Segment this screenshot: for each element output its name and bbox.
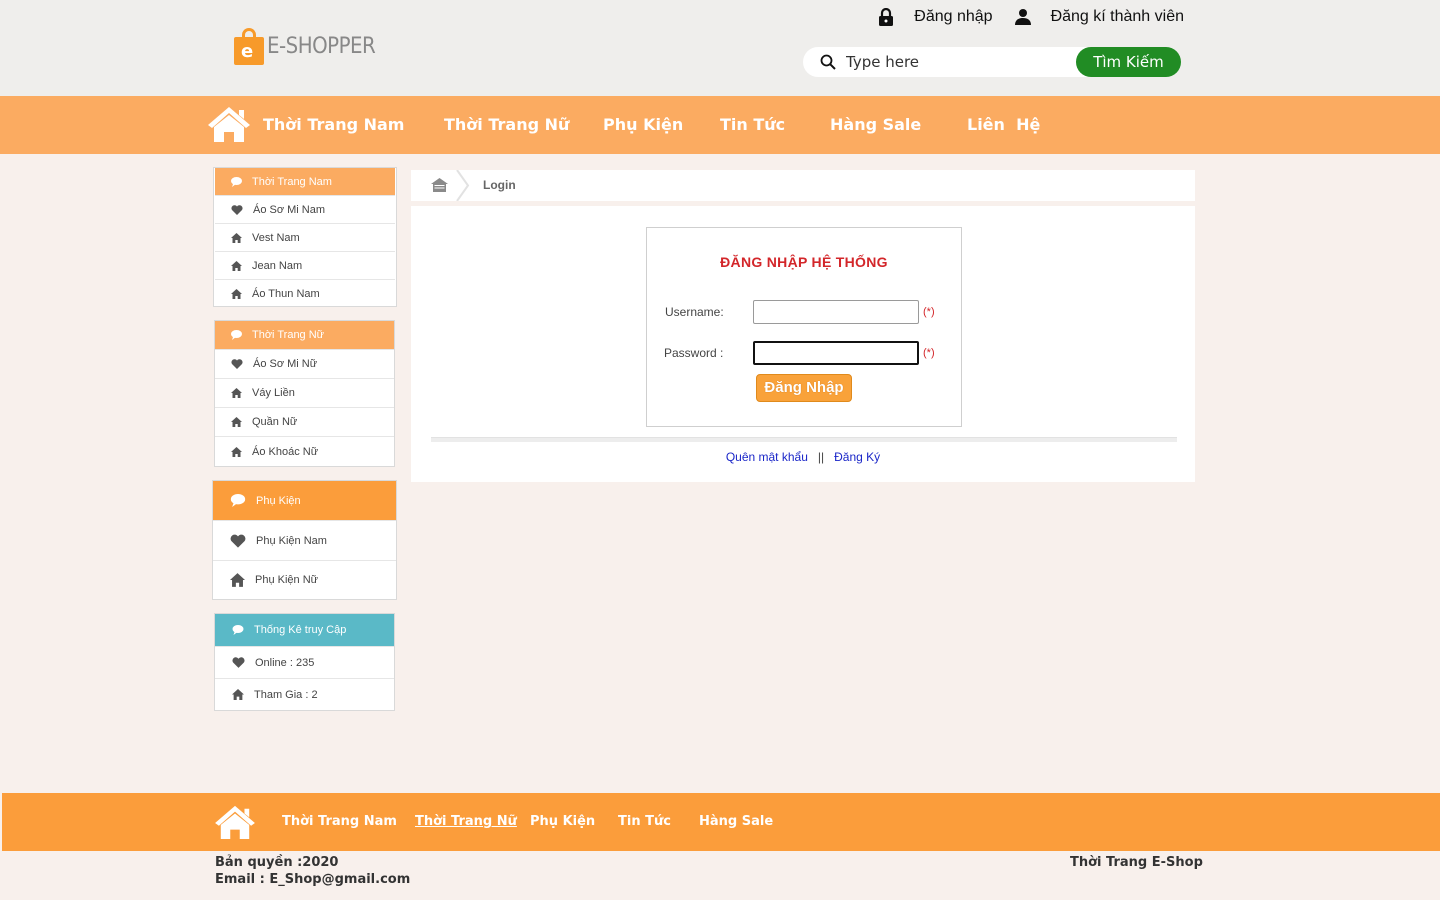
login-title: ĐĂNG NHẬP HỆ THỐNG bbox=[720, 254, 888, 270]
breadcrumb-current: Login bbox=[483, 178, 516, 192]
username-label: Username: bbox=[665, 305, 724, 319]
link-separator: || bbox=[817, 450, 825, 464]
login-link[interactable]: Đăng nhập bbox=[914, 8, 992, 26]
forgot-password-link[interactable]: Quên mật khẩu bbox=[726, 450, 808, 464]
search-button[interactable]: Tìm Kiếm bbox=[1076, 47, 1181, 77]
password-label: Password : bbox=[664, 346, 724, 360]
footer-nav-men[interactable]: Thời Trang Nam bbox=[282, 814, 397, 829]
footer-nav-sale[interactable]: Hàng Sale bbox=[699, 814, 773, 829]
footer-nav-accessories[interactable]: Phụ Kiện bbox=[530, 814, 595, 829]
search-input[interactable] bbox=[846, 53, 1061, 71]
password-field[interactable] bbox=[753, 341, 919, 365]
sidebar-item[interactable]: Phụ Kiện Nữ bbox=[213, 561, 396, 599]
copyright: Bản quyền :2020 bbox=[215, 855, 339, 870]
register-link[interactable]: Đăng Ký bbox=[834, 450, 880, 464]
sidebar-women: Thời Trang Nữ Áo Sơ Mi Nữ Váy Liền Quần … bbox=[214, 320, 395, 467]
nav-sale[interactable]: Hàng Sale bbox=[830, 115, 921, 134]
username-required: (*) bbox=[923, 306, 935, 318]
nav-news[interactable]: Tin Tức bbox=[720, 115, 785, 134]
sidebar-item[interactable]: Jean Nam bbox=[215, 252, 395, 280]
home-icon bbox=[230, 573, 245, 587]
breadcrumb: Login bbox=[411, 170, 1195, 201]
home-icon bbox=[231, 417, 242, 427]
sidebar-item[interactable]: Áo Thun Nam bbox=[215, 280, 395, 308]
login-submit-button[interactable]: Đăng Nhập bbox=[756, 374, 852, 402]
footer-brand: Thời Trang E-Shop bbox=[1070, 855, 1203, 870]
sidebar-item[interactable]: Vest Nam bbox=[215, 224, 395, 252]
main-nav: Thời Trang Nam Thời Trang Nữ Phụ Kiện Ti… bbox=[0, 96, 1440, 154]
nav-accessories[interactable]: Phụ Kiện bbox=[603, 115, 683, 134]
sidebar-stats-header: Thống Kê truy Cập bbox=[215, 614, 394, 647]
nav-women[interactable]: Thời Trang Nữ bbox=[444, 115, 569, 134]
sidebar-accessories: Phụ Kiện Phụ Kiện Nam Phụ Kiện Nữ bbox=[212, 480, 397, 600]
username-field[interactable] bbox=[753, 300, 919, 324]
footer-nav: Thời Trang Nam Thời Trang Nữ Phụ Kiện Ti… bbox=[2, 793, 1440, 851]
sidebar-item[interactable]: Áo Sơ Mi Nữ bbox=[215, 350, 394, 379]
user-icon bbox=[1014, 9, 1031, 25]
home-icon bbox=[231, 260, 242, 271]
chat-icon bbox=[231, 330, 242, 340]
sidebar-item[interactable]: Váy Liền bbox=[215, 379, 394, 408]
login-form: ĐĂNG NHẬP HỆ THỐNG Username: (*) Passwor… bbox=[646, 227, 962, 427]
password-required: (*) bbox=[923, 347, 935, 359]
top-header: e E-SHOPPER Đăng nhập Đăng kí thành viên… bbox=[0, 0, 1440, 96]
sidebar-item[interactable]: Áo Khoác Nữ bbox=[215, 437, 394, 466]
sidebar-item[interactable]: Áo Sơ Mi Nam bbox=[215, 196, 395, 224]
nav-contact[interactable]: Liên Hệ bbox=[967, 115, 1040, 134]
chat-icon bbox=[230, 494, 246, 507]
logo[interactable]: e E-SHOPPER bbox=[234, 28, 376, 65]
search-bar: Tìm Kiếm bbox=[803, 47, 1181, 77]
heart-icon bbox=[231, 204, 243, 215]
heart-icon bbox=[230, 534, 246, 548]
auth-links: Đăng nhập Đăng kí thành viên bbox=[878, 6, 1184, 28]
search-icon bbox=[820, 54, 836, 70]
sidebar-stats: Thống Kê truy Cập Online : 235 Tham Gia … bbox=[214, 613, 395, 711]
footer-nav-women[interactable]: Thời Trang Nữ bbox=[415, 814, 517, 829]
sidebar-men: Thời Trang Nam Áo Sơ Mi Nam Vest Nam Jea… bbox=[213, 167, 397, 307]
online-count: Online : 235 bbox=[215, 647, 394, 679]
heart-icon bbox=[231, 359, 243, 369]
nav-men[interactable]: Thời Trang Nam bbox=[263, 115, 404, 134]
sidebar-item[interactable]: Quần Nữ bbox=[215, 408, 394, 437]
breadcrumb-separator bbox=[456, 170, 470, 201]
sidebar-item[interactable]: Phụ Kiện Nam bbox=[213, 521, 396, 561]
login-links: Quên mật khẩu || Đăng Ký bbox=[411, 450, 1195, 464]
home-icon bbox=[231, 446, 242, 457]
divider bbox=[431, 437, 1177, 442]
content-panel: ĐĂNG NHẬP HỆ THỐNG Username: (*) Passwor… bbox=[411, 206, 1195, 482]
home-icon bbox=[231, 388, 242, 398]
lock-icon bbox=[879, 8, 894, 26]
heart-icon bbox=[232, 657, 245, 668]
home-icon bbox=[232, 689, 244, 700]
contact-email: Email : E_Shop@gmail.com bbox=[215, 872, 411, 887]
footer-nav-news[interactable]: Tin Tức bbox=[618, 814, 671, 829]
sidebar-women-header[interactable]: Thời Trang Nữ bbox=[215, 321, 394, 350]
home-icon[interactable] bbox=[213, 804, 257, 840]
sidebar-accessories-header[interactable]: Phụ Kiện bbox=[213, 481, 396, 521]
member-count: Tham Gia : 2 bbox=[215, 679, 394, 710]
sidebar-men-header[interactable]: Thời Trang Nam bbox=[215, 168, 395, 196]
logo-text: E-SHOPPER bbox=[267, 33, 376, 59]
register-link[interactable]: Đăng kí thành viên bbox=[1051, 8, 1184, 26]
home-icon bbox=[231, 232, 242, 243]
home-icon[interactable] bbox=[431, 178, 448, 192]
shopping-bag-icon: e bbox=[234, 28, 264, 65]
home-icon bbox=[231, 289, 242, 299]
home-icon[interactable] bbox=[206, 105, 252, 143]
chat-icon bbox=[231, 176, 242, 187]
chat-icon bbox=[232, 625, 244, 635]
